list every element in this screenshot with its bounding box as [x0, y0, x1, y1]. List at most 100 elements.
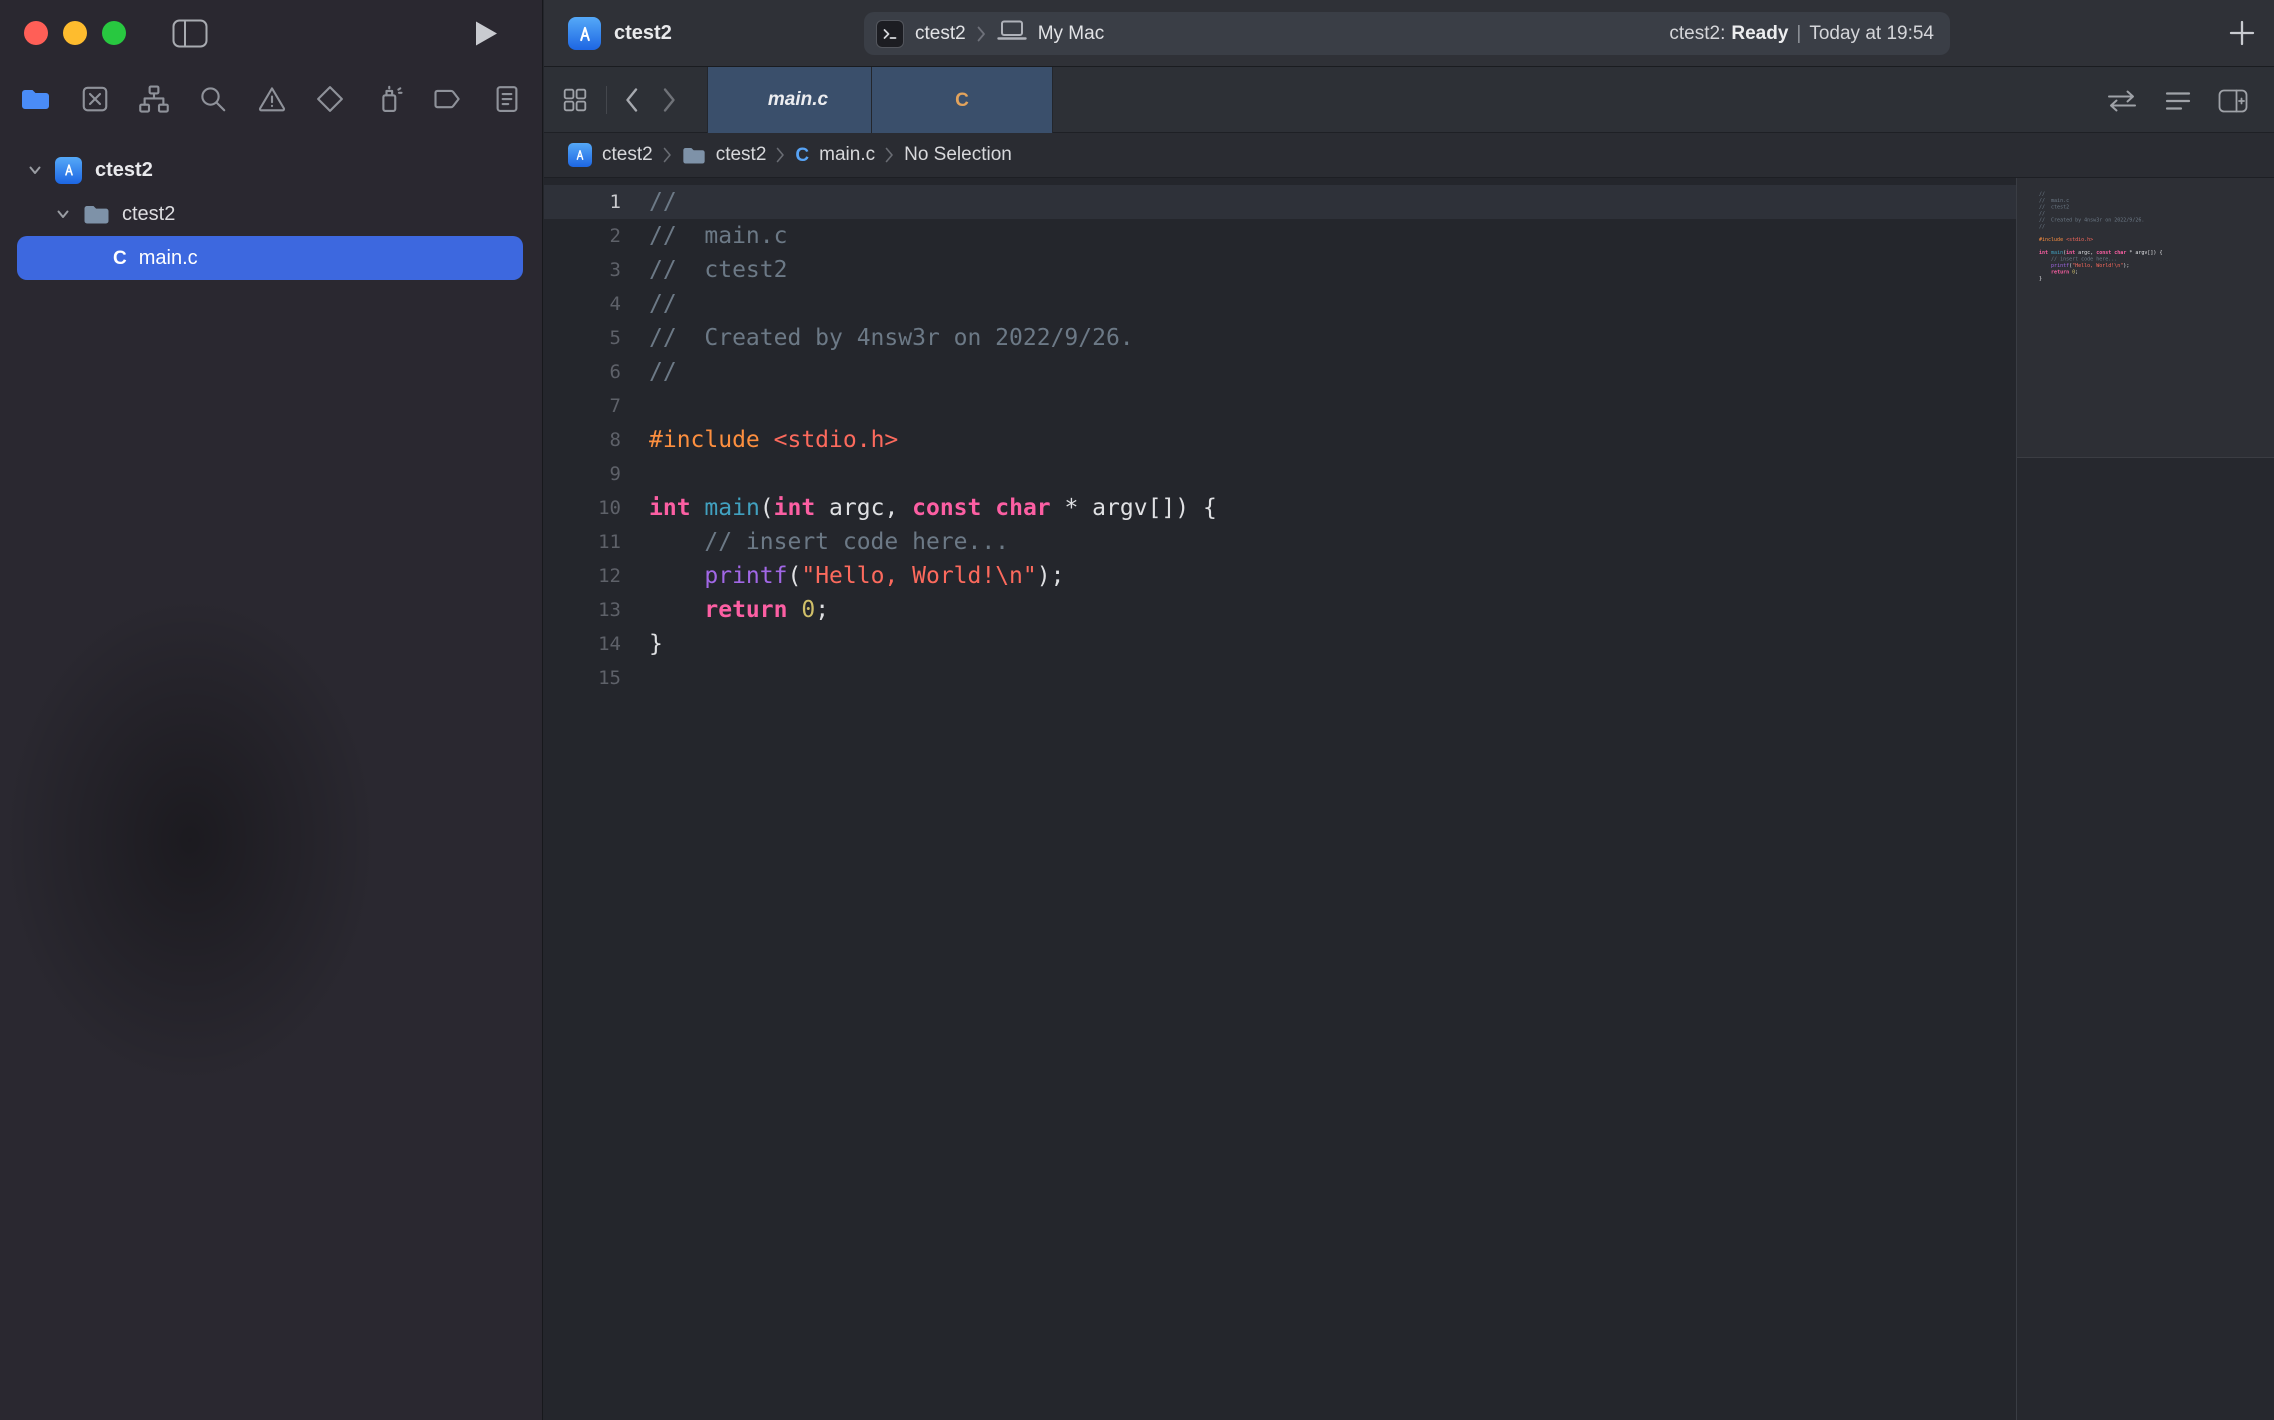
- tree-item-group[interactable]: ctest2: [0, 192, 542, 236]
- scheme-status-bar: ctest2 My Mac ctest2:Ready|Today at 19:5…: [864, 12, 1950, 55]
- code-line[interactable]: 6//: [544, 355, 2016, 389]
- toggle-sidebar-button[interactable]: [172, 19, 208, 48]
- status-divider: |: [1796, 23, 1801, 44]
- breadcrumb-separator-icon: [776, 147, 785, 163]
- line-number: 7: [544, 389, 621, 423]
- adjust-editor-button[interactable]: [2164, 89, 2192, 113]
- tree-item-label: ctest2: [95, 159, 153, 182]
- line-number: 5: [544, 321, 621, 355]
- code-line[interactable]: 3// ctest2: [544, 253, 2016, 287]
- play-icon: [474, 35, 498, 50]
- line-number: 9: [544, 457, 621, 491]
- line-number: 12: [544, 559, 621, 593]
- tab-main-c[interactable]: C main.c: [707, 67, 889, 133]
- disclosure-chevron-icon[interactable]: [28, 163, 42, 177]
- navigator-tab-bar: [0, 76, 542, 122]
- warning-triangle-icon: [257, 102, 287, 117]
- chevron-right-icon: [662, 101, 677, 116]
- breadcrumb-group[interactable]: ctest2: [716, 144, 767, 166]
- source-editor: 1//2// main.c3// ctest24//5// Created by…: [544, 178, 2274, 1420]
- go-forward-button[interactable]: [662, 87, 677, 113]
- code-review-button[interactable]: [2106, 89, 2138, 113]
- tree-item-project[interactable]: ctest2: [0, 148, 542, 192]
- split-editor-icon: [2218, 101, 2248, 116]
- status-project: ctest2:: [1669, 23, 1725, 44]
- code-line[interactable]: 7: [544, 389, 2016, 423]
- debug-navigator-tab[interactable]: [374, 84, 404, 114]
- destination-name: My Mac: [1038, 23, 1105, 45]
- go-back-button[interactable]: [624, 87, 639, 113]
- toolbar-divider: [606, 86, 607, 114]
- symbol-navigator-tab[interactable]: [139, 84, 169, 114]
- breadcrumb-project[interactable]: ctest2: [602, 144, 653, 166]
- code-line[interactable]: 4//: [544, 287, 2016, 321]
- line-number: 4: [544, 287, 621, 321]
- traffic-lights: [24, 21, 126, 45]
- chevron-right-icon: [977, 26, 986, 42]
- minimap[interactable]: //// main.c// ctest2//// Created by 4nsw…: [2016, 178, 2274, 1420]
- project-tree: ctest2 ctest2 C main.c: [0, 148, 542, 280]
- run-button[interactable]: [474, 20, 498, 47]
- folder-icon: [83, 204, 110, 225]
- close-button[interactable]: [24, 21, 48, 45]
- document-lines-icon: [492, 102, 522, 117]
- test-navigator-tab[interactable]: [315, 84, 345, 114]
- tree-item-label: ctest2: [122, 203, 175, 226]
- code-line[interactable]: 13 return 0;: [544, 593, 2016, 627]
- window-title: ctest2: [614, 0, 672, 66]
- source-control-navigator-tab[interactable]: [80, 84, 110, 114]
- code-rows[interactable]: 1//2// main.c3// ctest24//5// Created by…: [544, 185, 2016, 695]
- terminal-icon: [876, 20, 904, 48]
- chevron-left-icon: [624, 101, 639, 116]
- issue-navigator-tab[interactable]: [257, 84, 287, 114]
- code-line[interactable]: 12 printf("Hello, World!\n");: [544, 559, 2016, 593]
- xcode-project-icon: [55, 157, 82, 184]
- swap-arrows-icon: [2106, 101, 2138, 116]
- zoom-button[interactable]: [102, 21, 126, 45]
- xcode-project-icon: [568, 17, 601, 50]
- split-editor-button[interactable]: [2218, 89, 2248, 113]
- line-number: 1: [544, 185, 621, 219]
- project-navigator-tab[interactable]: [20, 87, 51, 112]
- code-line[interactable]: 1//: [544, 185, 2016, 219]
- spray-can-icon: [374, 102, 404, 117]
- code-line[interactable]: 14}: [544, 627, 2016, 661]
- line-number: 2: [544, 219, 621, 253]
- line-number: 11: [544, 525, 621, 559]
- breadcrumb-file[interactable]: main.c: [819, 144, 875, 166]
- find-navigator-tab[interactable]: [198, 84, 228, 114]
- library-add-button[interactable]: [2228, 19, 2256, 47]
- line-number: 3: [544, 253, 621, 287]
- laptop-icon: [997, 20, 1027, 47]
- folder-icon: [682, 146, 706, 165]
- code-line[interactable]: 8#include <stdio.h>: [544, 423, 2016, 457]
- lines-icon: [2164, 101, 2192, 116]
- editor-tab-bar: C main.c: [544, 67, 2274, 133]
- breakpoint-navigator-tab[interactable]: [433, 84, 463, 114]
- breakpoint-tag-icon: [433, 102, 463, 117]
- scheme-selector[interactable]: ctest2 My Mac: [876, 20, 1104, 48]
- diamond-icon: [315, 102, 345, 117]
- minimap-lines: //// main.c// ctest2//// Created by 4nsw…: [2039, 191, 2162, 289]
- code-line[interactable]: 11 // insert code here...: [544, 525, 2016, 559]
- xcode-project-icon: [568, 143, 592, 167]
- code-line[interactable]: 9: [544, 457, 2016, 491]
- breadcrumb-separator-icon: [885, 147, 894, 163]
- code-line[interactable]: 15: [544, 661, 2016, 695]
- scheme-name: ctest2: [915, 23, 966, 45]
- related-items-button[interactable]: [562, 87, 588, 113]
- breadcrumb-selection[interactable]: No Selection: [904, 144, 1012, 166]
- main-area: ctest2 ctest2 My Mac ctest2:Re: [544, 0, 2274, 1420]
- sidebar-toggle-icon: [172, 36, 208, 51]
- disclosure-chevron-icon[interactable]: [56, 207, 70, 221]
- c-file-icon: C: [113, 249, 127, 268]
- code-line[interactable]: 2// main.c: [544, 219, 2016, 253]
- report-navigator-tab[interactable]: [492, 84, 522, 114]
- code-line[interactable]: 5// Created by 4nsw3r on 2022/9/26.: [544, 321, 2016, 355]
- minimize-button[interactable]: [63, 21, 87, 45]
- breadcrumb-separator-icon: [663, 147, 672, 163]
- tree-item-main-c[interactable]: C main.c: [17, 236, 523, 280]
- activity-status[interactable]: ctest2:Ready|Today at 19:54: [1669, 23, 1934, 45]
- line-number: 13: [544, 593, 621, 627]
- code-line[interactable]: 10int main(int argc, const char * argv[]…: [544, 491, 2016, 525]
